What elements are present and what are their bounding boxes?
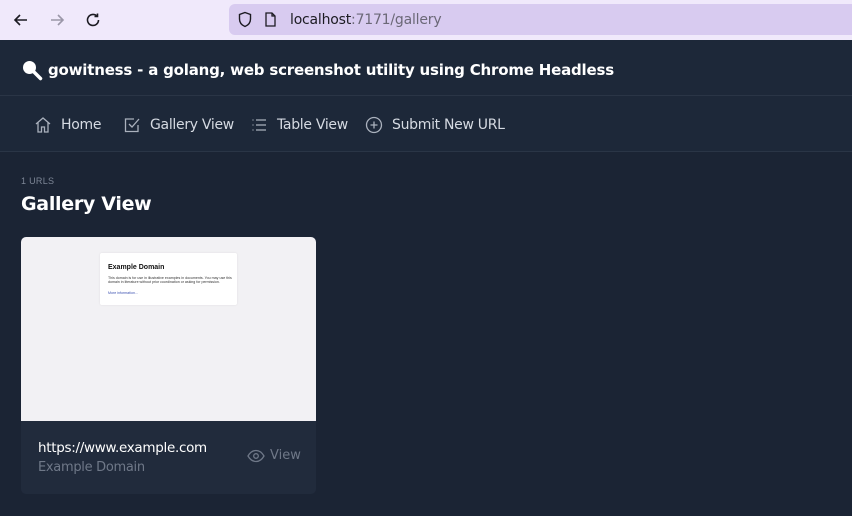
view-label: View <box>270 448 301 463</box>
browser-toolbar: localhost:7171/gallery <box>0 0 852 40</box>
arrow-right-icon <box>51 14 65 26</box>
url-count-label: 1 URLS <box>21 176 55 186</box>
eye-icon <box>247 449 265 462</box>
screenshot-link: More information... <box>108 291 138 295</box>
nav-item-home[interactable]: Home <box>34 115 101 135</box>
gallery-card: Example Domain This domain is for use in… <box>21 237 316 494</box>
app-title: gowitness - a golang, web screenshot uti… <box>48 61 614 79</box>
nav-item-gallery-view[interactable]: Gallery View <box>123 115 234 135</box>
page-icon <box>265 12 276 27</box>
view-button[interactable]: View <box>247 448 301 463</box>
magnifier-icon <box>23 61 43 81</box>
nav-item-submit-new-url[interactable]: Submit New URL <box>365 115 505 135</box>
screenshot-body: This domain is for use in illustrative e… <box>108 276 232 285</box>
reload-icon <box>86 13 100 27</box>
app-header: gowitness - a golang, web screenshot uti… <box>0 40 852 96</box>
nav-label-home: Home <box>61 117 102 133</box>
nav-item-table-view[interactable]: Table View <box>250 115 348 135</box>
shield-icon <box>238 11 252 28</box>
plus-circle-icon <box>365 116 383 134</box>
nav-label-gallery-view: Gallery View <box>150 117 234 133</box>
arrow-left-icon <box>13 14 27 26</box>
card-title: Example Domain <box>38 460 145 475</box>
screenshot-page: Example Domain This domain is for use in… <box>100 253 237 305</box>
page-title: Gallery View <box>21 193 152 215</box>
address-bar[interactable]: localhost:7171/gallery <box>229 4 852 35</box>
screenshot-thumbnail[interactable]: Example Domain This domain is for use in… <box>21 237 316 421</box>
nav-label-table-view: Table View <box>277 117 348 133</box>
list-icon <box>252 119 266 131</box>
reload-button[interactable] <box>75 2 111 38</box>
screenshot-heading: Example Domain <box>108 264 165 271</box>
forward-button[interactable] <box>39 2 75 38</box>
url-text: localhost:7171/gallery <box>290 12 442 28</box>
main-nav: Home Gallery View Table View Submit New … <box>0 96 852 152</box>
nav-label-submit-new-url: Submit New URL <box>392 117 505 133</box>
back-button[interactable] <box>3 2 39 38</box>
card-url[interactable]: https://www.example.com <box>38 440 207 456</box>
check-square-icon <box>124 118 140 133</box>
home-icon <box>35 117 51 133</box>
